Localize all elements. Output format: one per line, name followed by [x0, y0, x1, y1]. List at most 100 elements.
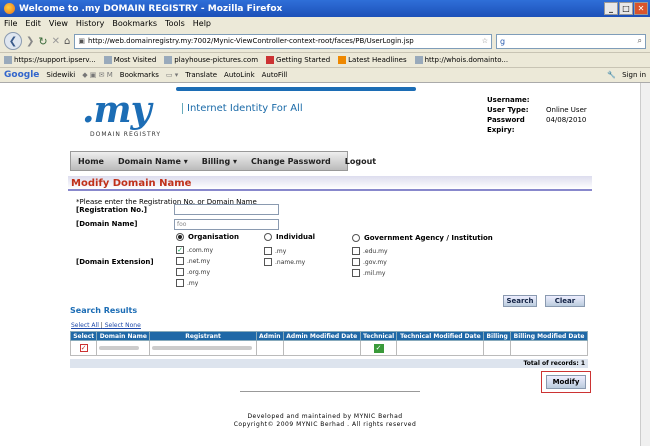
checkbox-my[interactable]: .my: [176, 279, 198, 287]
menu-file[interactable]: File: [4, 19, 17, 28]
checkbox-mil-my[interactable]: .mil.my: [352, 269, 385, 277]
menu-help[interactable]: Help: [193, 19, 211, 28]
bookmark-item[interactable]: Most Visited: [103, 56, 156, 64]
google-toolbar-item[interactable]: AutoLink: [224, 71, 255, 79]
radio-individual[interactable]: Individual: [264, 233, 315, 241]
nav-change-password[interactable]: Change Password: [244, 157, 338, 166]
site-logo[interactable]: .my DOMAIN REGISTRY: [70, 89, 170, 145]
user-info-value: Online User: [546, 106, 587, 114]
google-toolbar-item[interactable]: Sidewiki: [46, 71, 75, 79]
check-icon: ✓: [373, 343, 384, 353]
google-toolbar-item[interactable]: AutoFill: [262, 71, 288, 79]
registration-label: [Registration No.]: [76, 206, 147, 214]
radio-organisation[interactable]: Organisation: [176, 233, 239, 241]
stop-icon[interactable]: ✕: [52, 36, 60, 47]
close-button[interactable]: ✕: [634, 2, 648, 15]
user-info: Username: User Type: Online User Password…: [487, 95, 587, 135]
bookmark-item[interactable]: Getting Started: [266, 56, 330, 64]
header-decoration: [176, 87, 416, 91]
checkbox-com-my[interactable]: ✓ .com.my: [176, 246, 213, 254]
vertical-scrollbar[interactable]: [640, 83, 650, 446]
menu-edit[interactable]: Edit: [25, 19, 41, 28]
clear-button[interactable]: Clear: [545, 295, 585, 307]
search-go-icon[interactable]: ⌕: [638, 36, 642, 46]
select-all-link[interactable]: Select All: [71, 322, 99, 329]
bookmark-item[interactable]: http://whois.domainto...: [414, 56, 508, 64]
google-toolbar-icons[interactable]: ▭ ▾: [166, 71, 178, 79]
column-header: Select: [69, 331, 98, 341]
column-header: Registrant: [149, 331, 257, 341]
nav-domain-name[interactable]: Domain Name ▾: [111, 157, 195, 166]
chevron-down-icon: ▾: [183, 156, 188, 166]
user-info-value: 04/08/2010: [546, 116, 587, 124]
checkbox-net-my[interactable]: .net.my: [176, 257, 210, 265]
radio-government[interactable]: Government Agency / Institution: [352, 234, 493, 242]
menu-history[interactable]: History: [76, 19, 104, 28]
search-button[interactable]: Search: [503, 295, 537, 307]
extension-label: [Domain Extension]: [76, 258, 154, 266]
page-icon: [164, 56, 173, 64]
page-icon: [103, 56, 112, 64]
main-nav: Home Domain Name ▾ Billing ▾ Change Pass…: [70, 151, 376, 171]
row-select-checkbox[interactable]: ✓: [79, 344, 88, 352]
select-none-link[interactable]: Select None: [105, 322, 141, 329]
rss-icon: [338, 56, 347, 64]
signin-link[interactable]: Sign in: [622, 71, 646, 79]
url-text: http://web.domainregistry.my:7002/Mynic-…: [87, 37, 414, 45]
modify-highlight: Modify: [541, 371, 591, 393]
window-title: Welcome to .my DOMAIN REGISTRY - Mozilla…: [19, 3, 283, 14]
maximize-button[interactable]: □: [619, 2, 633, 15]
forward-button[interactable]: ❯: [26, 36, 34, 47]
reload-icon[interactable]: ↻: [38, 35, 47, 48]
google-toolbar-item[interactable]: Bookmarks: [120, 71, 159, 79]
select-links: Select All | Select None: [71, 322, 141, 329]
bookmark-item[interactable]: playhouse-pictures.com: [164, 56, 258, 64]
nav-home[interactable]: Home: [71, 157, 111, 166]
footer-divider: [240, 391, 420, 392]
menu-bookmarks[interactable]: Bookmarks: [112, 19, 157, 28]
column-header: Admin: [255, 331, 284, 341]
google-logo: Google: [4, 70, 40, 80]
wrench-icon[interactable]: 🔧: [607, 71, 616, 79]
user-info-key: User Type:: [487, 106, 529, 114]
google-toolbar-item[interactable]: Translate: [185, 71, 217, 79]
checkbox-ind-my[interactable]: .my: [264, 247, 286, 255]
checkbox-gov-my[interactable]: .gov.my: [352, 258, 387, 266]
total-records: Total of records: 1: [70, 359, 588, 368]
radio-icon: [176, 233, 184, 241]
checkbox-name-my[interactable]: .name.my: [264, 258, 305, 266]
back-button[interactable]: ❮: [4, 32, 22, 50]
google-toolbar-icons[interactable]: ◆ ▣ ✉ M: [82, 71, 113, 79]
search-box[interactable]: g ⌕: [496, 33, 646, 49]
footer-line-1: Developed and maintained by MYNIC Berhad: [247, 413, 403, 420]
bookmark-item[interactable]: Latest Headlines: [338, 56, 407, 64]
firefox-icon: [4, 3, 15, 14]
home-icon[interactable]: ⌂: [64, 36, 70, 47]
column-header: Billing Modified Date: [510, 331, 588, 341]
modify-button[interactable]: Modify: [546, 375, 586, 389]
column-header: Billing: [483, 331, 512, 341]
google-g-icon: g: [500, 36, 506, 46]
bookmark-star-icon[interactable]: ☆: [482, 37, 491, 45]
menu-tools[interactable]: Tools: [165, 19, 185, 28]
nav-logout[interactable]: Logout: [338, 157, 383, 166]
page-title: Modify Domain Name: [68, 176, 592, 191]
menu-view[interactable]: View: [49, 19, 68, 28]
column-header: Admin Modified Date: [282, 331, 361, 341]
redacted-domain: [99, 346, 140, 350]
results-table: Select Domain Name Registrant Admin Admi…: [69, 331, 588, 356]
table-row: ✓ ✓: [69, 340, 588, 356]
domain-input[interactable]: foo: [174, 219, 279, 230]
radio-icon: [264, 233, 272, 241]
footer-line-2: Copyright© 2009 MYNIC Berhad . All right…: [233, 421, 417, 428]
nav-billing[interactable]: Billing ▾: [195, 157, 244, 166]
menu-bar: File Edit View History Bookmarks Tools H…: [0, 17, 650, 30]
minimize-button[interactable]: _: [604, 2, 618, 15]
checkbox-org-my[interactable]: .org.my: [176, 268, 210, 276]
registration-input[interactable]: [174, 204, 279, 215]
checkbox-edu-my[interactable]: .edu.my: [352, 247, 388, 255]
bookmark-item[interactable]: https://support.ipserv...: [4, 56, 96, 64]
page-icon: [266, 56, 275, 64]
url-bar[interactable]: ▣ http://web.domainregistry.my:7002/Myni…: [74, 33, 492, 49]
google-toolbar: Google Sidewiki ◆ ▣ ✉ M Bookmarks ▭ ▾ Tr…: [0, 68, 650, 83]
